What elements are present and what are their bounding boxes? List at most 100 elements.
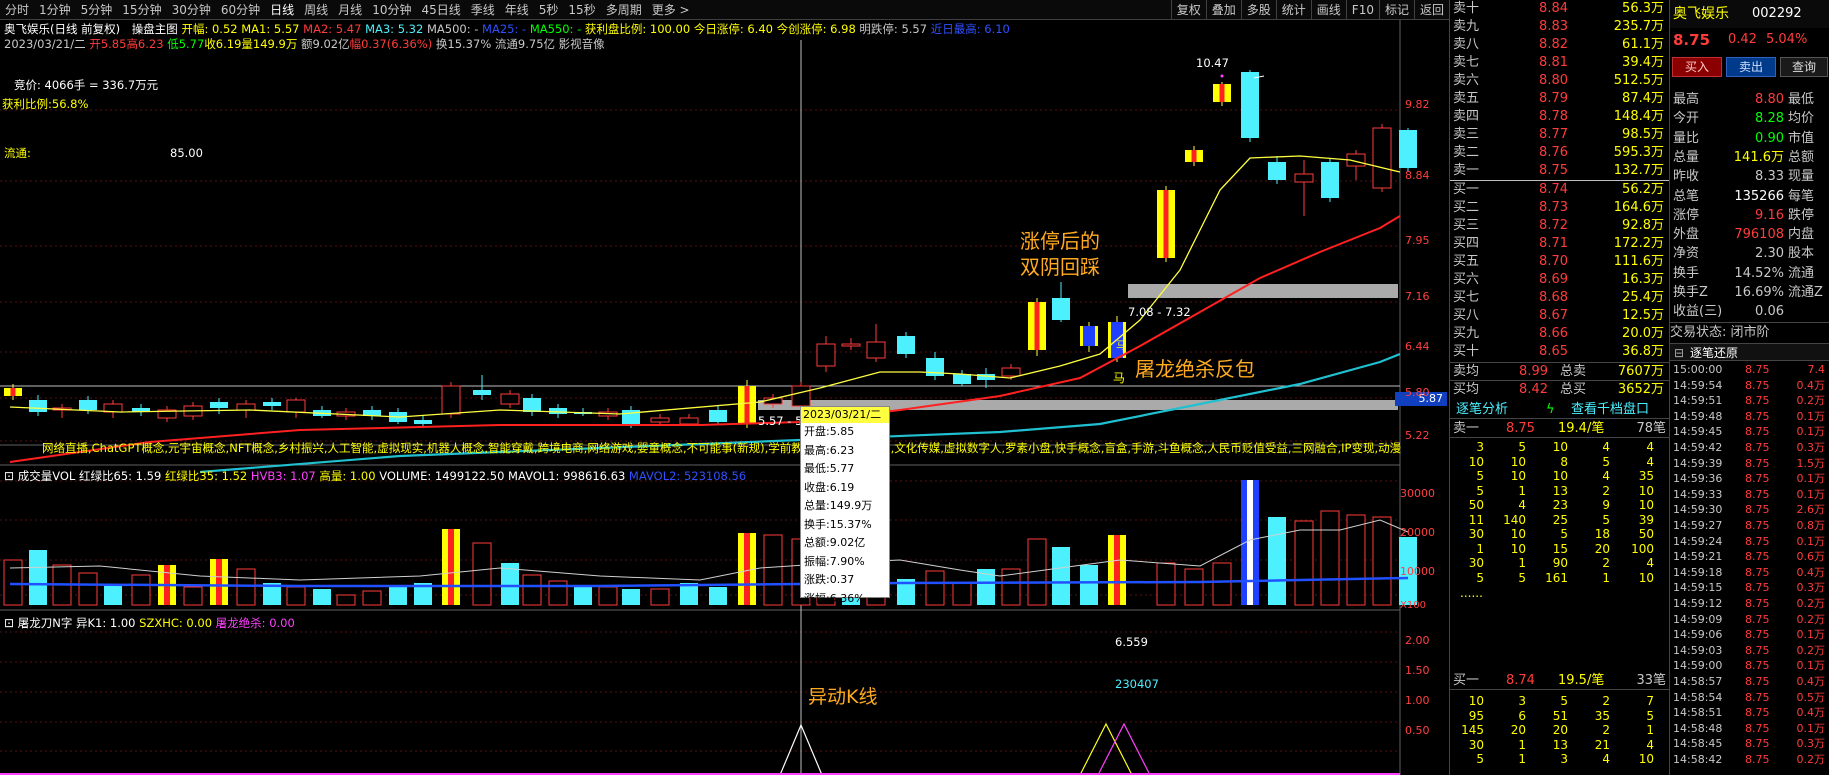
tooltip-row: 涨幅:6.36% bbox=[804, 591, 865, 605]
volume-bar-up bbox=[548, 580, 568, 606]
main-header: 奥飞娱乐(日线 前复权) 操盘主图 开幅: 0.52 MA1: 5.57 MA2… bbox=[4, 22, 1010, 37]
tab-depth-view[interactable]: 查看千档盘口 bbox=[1571, 400, 1649, 419]
ask-row[interactable]: 卖六 8.80 512.5万 bbox=[1450, 72, 1670, 90]
trade-cell: 1 bbox=[1518, 752, 1526, 766]
period-tab[interactable]: 1分钟 bbox=[34, 0, 76, 20]
volume-bar-up bbox=[1346, 514, 1366, 606]
trade-row: 10 10 8 5 4 bbox=[1450, 455, 1670, 470]
kline-svg[interactable] bbox=[0, 20, 1449, 775]
down-candle-body bbox=[473, 390, 491, 395]
tick-volume: 0.4万 bbox=[1796, 378, 1826, 392]
toolbar-button[interactable]: 画线 bbox=[1310, 0, 1346, 20]
toolbar-button[interactable]: F10 bbox=[1345, 0, 1379, 20]
ask-row[interactable]: 卖三 8.77 98.5万 bbox=[1450, 126, 1670, 144]
ask-row[interactable]: 卖七 8.81 39.4万 bbox=[1450, 54, 1670, 72]
toolbar-button[interactable]: 统计 bbox=[1275, 0, 1311, 20]
ask-row[interactable]: 卖四 8.78 148.4万 bbox=[1450, 108, 1670, 126]
tomorrow-limit: 明跌停: 5.57 bbox=[859, 22, 928, 36]
period-toolbar: 分时 1分钟 5分钟 15分钟 30分钟 60分钟 日线 周线 月线 10分钟 45日线 季线 年线 5秒… bbox=[0, 0, 1449, 20]
bid-label: 买七 bbox=[1453, 290, 1480, 305]
float-value: 85.00 bbox=[170, 146, 203, 160]
period-tab[interactable]: 15秒 bbox=[563, 0, 600, 20]
query-button[interactable]: 查询 bbox=[1780, 57, 1828, 77]
period-tab[interactable]: 年线 bbox=[500, 0, 534, 20]
limit-candle-core bbox=[1034, 302, 1040, 350]
indicator-k1: 异K1: 1.00 bbox=[75, 616, 136, 630]
bar-turnover: 换15.37% bbox=[435, 37, 492, 51]
bid-price: 8.69 bbox=[1539, 272, 1568, 287]
sell-button[interactable]: 卖出 bbox=[1726, 57, 1776, 77]
bid-row[interactable]: 买三 8.72 92.8万 bbox=[1450, 217, 1670, 235]
period-tab[interactable]: 5分钟 bbox=[76, 0, 118, 20]
volume-bar-down bbox=[622, 589, 640, 605]
stat-label-2: 现量 bbox=[1788, 169, 1815, 185]
bid-row[interactable]: 买五 8.70 111.6万 bbox=[1450, 253, 1670, 271]
bid-row[interactable]: 买四 8.71 172.2万 bbox=[1450, 235, 1670, 253]
annotation-line1: 涨停后的 bbox=[1020, 229, 1100, 253]
bid-row[interactable]: 买一 8.74 56.2万 bbox=[1450, 181, 1670, 199]
period-tab[interactable]: 多周期 bbox=[601, 0, 647, 20]
hvb3: HVB3: 1.07 bbox=[250, 469, 316, 483]
period-tab[interactable]: 10分钟 bbox=[367, 0, 416, 20]
toolbar-button[interactable]: 返回 bbox=[1413, 0, 1449, 20]
toolbar-button[interactable]: 多股 bbox=[1240, 0, 1276, 20]
bid-row[interactable]: 买八 8.67 12.5万 bbox=[1450, 307, 1670, 325]
bid-label: 买二 bbox=[1453, 200, 1480, 215]
trade-cell: 11 bbox=[1468, 512, 1484, 527]
stat-row: 净资 2.30 股本 bbox=[1670, 244, 1829, 263]
tick-volume: 0.1万 bbox=[1796, 425, 1826, 439]
period-tab[interactable]: 更多 > bbox=[647, 0, 695, 20]
bid-row[interactable]: 买二 8.73 164.6万 bbox=[1450, 199, 1670, 217]
open-amp: 开幅: 0.52 bbox=[181, 22, 238, 36]
minus-icon[interactable]: ⊟ bbox=[1674, 344, 1684, 362]
volume-bar-limit-core bbox=[744, 533, 750, 605]
ask-row[interactable]: 卖九 8.83 235.7万 bbox=[1450, 18, 1670, 36]
bid-volume: 36.8万 bbox=[1622, 344, 1664, 359]
indicator-name[interactable]: 屠龙刀N字 bbox=[18, 616, 73, 630]
bid-row[interactable]: 买六 8.69 16.3万 bbox=[1450, 271, 1670, 289]
avg-row: 卖均 8.99 总卖 7607万 bbox=[1450, 362, 1670, 380]
tick-title[interactable]: 逐笔还原 bbox=[1690, 344, 1738, 362]
tab-trade-analysis[interactable]: 逐笔分析 bbox=[1456, 400, 1508, 419]
volume-bar-up bbox=[131, 574, 151, 606]
bid-volume: 25.4万 bbox=[1622, 290, 1664, 305]
ask-row[interactable]: 卖一 8.75 132.7万 bbox=[1450, 162, 1670, 180]
period-tab[interactable]: 5秒 bbox=[534, 0, 564, 20]
mavol2: MAVOL2: 523108.56 bbox=[628, 469, 747, 483]
chart-area[interactable]: 奥飞娱乐(日线 前复权) 操盘主图 开幅: 0.52 MA1: 5.57 MA2… bbox=[0, 20, 1449, 775]
period-tab[interactable]: 30分钟 bbox=[167, 0, 216, 20]
vol-tick: 20000 bbox=[1400, 526, 1435, 539]
bid-row[interactable]: 买七 8.68 25.4万 bbox=[1450, 289, 1670, 307]
ask-row[interactable]: 卖五 8.79 87.4万 bbox=[1450, 90, 1670, 108]
up-candle-body bbox=[791, 385, 811, 407]
volume-name[interactable]: 成交量VOL bbox=[18, 469, 76, 483]
period-tab[interactable]: 45日线 bbox=[416, 0, 465, 20]
vol-tick: 10000 bbox=[1400, 565, 1435, 578]
ask-row[interactable]: 卖八 8.82 61.1万 bbox=[1450, 36, 1670, 54]
tick-row: 15:00:00 8.75 7.4 bbox=[1669, 362, 1829, 378]
tick-time: 15:00:00 bbox=[1673, 363, 1723, 376]
period-tab[interactable]: 季线 bbox=[466, 0, 500, 20]
ind-tick: 1.50 bbox=[1405, 664, 1430, 677]
bid-row[interactable]: 买九 8.66 20.0万 bbox=[1450, 325, 1670, 343]
ask-row[interactable]: 卖二 8.76 595.3万 bbox=[1450, 144, 1670, 162]
toolbar-button[interactable]: 标记 bbox=[1378, 0, 1414, 20]
period-tab[interactable]: 周线 bbox=[299, 0, 333, 20]
toolbar-button[interactable]: 复权 bbox=[1170, 0, 1206, 20]
period-tab[interactable]: 日线 bbox=[265, 0, 299, 20]
toolbar-button[interactable]: 叠加 bbox=[1205, 0, 1241, 20]
period-tab[interactable]: 月线 bbox=[333, 0, 367, 20]
ask-row[interactable]: 卖十 8.84 56.3万 bbox=[1450, 0, 1670, 18]
bid-row[interactable]: 买十 8.65 36.8万 bbox=[1450, 343, 1670, 361]
trade-cell: 25 bbox=[1552, 512, 1568, 527]
limit-candle-core bbox=[1219, 84, 1225, 102]
tick-row: 14:59:18 8.75 0.4万 bbox=[1669, 565, 1829, 581]
trade-row: 50 4 23 9 10 bbox=[1450, 498, 1670, 513]
period-tab[interactable]: 分时 bbox=[0, 0, 34, 20]
period-tab[interactable]: 60分钟 bbox=[216, 0, 265, 20]
buy-button[interactable]: 买入 bbox=[1672, 57, 1722, 77]
down-candle-body bbox=[1268, 162, 1286, 180]
main-chart-name[interactable]: 操盘主图 bbox=[132, 22, 178, 36]
period-tab[interactable]: 15分钟 bbox=[117, 0, 166, 20]
high-vol: 高量: 1.00 bbox=[319, 469, 376, 483]
